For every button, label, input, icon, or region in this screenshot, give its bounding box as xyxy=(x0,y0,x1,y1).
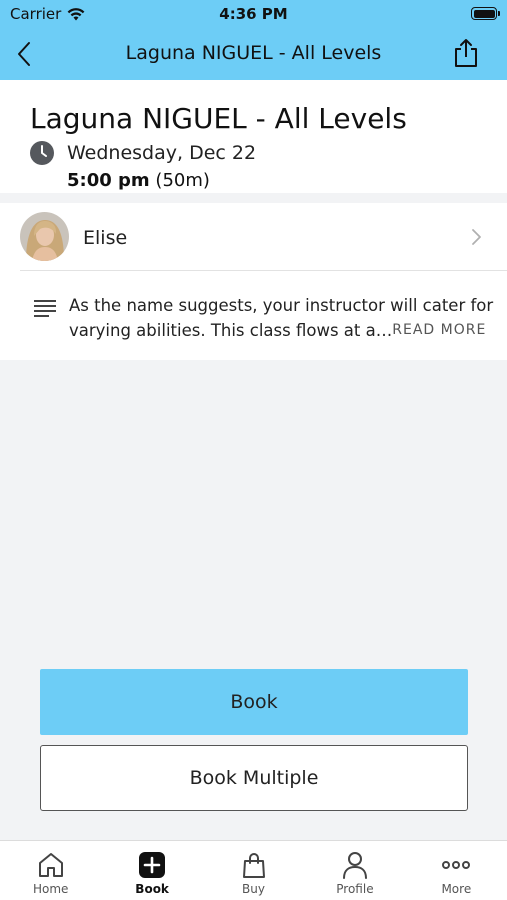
person-icon xyxy=(342,852,367,879)
class-duration: (50m) xyxy=(155,170,210,191)
back-button[interactable] xyxy=(8,36,40,72)
instructor-name: Elise xyxy=(83,227,128,249)
chevron-left-icon xyxy=(18,42,30,66)
date-row: Wednesday, Dec 22 xyxy=(30,141,256,165)
class-title: Laguna NIGUEL - All Levels xyxy=(30,102,407,135)
share-icon xyxy=(455,39,477,67)
tab-book-label: Book xyxy=(135,882,169,896)
battery-icon xyxy=(471,7,500,20)
tab-more[interactable]: More xyxy=(406,841,507,900)
class-date: Wednesday, Dec 22 xyxy=(67,142,257,164)
avatar xyxy=(20,212,69,261)
description-row: As the name suggests, your instructor wi… xyxy=(0,271,507,360)
tab-profile-label: Profile xyxy=(336,882,374,896)
home-icon xyxy=(38,853,63,877)
tab-book[interactable]: Book xyxy=(101,841,202,900)
tab-bar: Home Book Buy Profile More xyxy=(0,840,507,900)
nav-bar: Laguna NIGUEL - All Levels xyxy=(0,28,507,80)
tab-home[interactable]: Home xyxy=(0,841,101,900)
class-description: As the name suggests, your instructor wi… xyxy=(69,293,494,343)
book-button[interactable]: Book xyxy=(40,669,468,735)
app-header: Carrier 4:36 PM Laguna NIGUEL - All Leve… xyxy=(0,0,507,80)
tab-more-label: More xyxy=(441,882,472,896)
tab-profile[interactable]: Profile xyxy=(304,841,405,900)
instructor-row[interactable]: Elise xyxy=(0,203,507,271)
class-time: 5:00 pm xyxy=(67,170,150,191)
plus-square-icon xyxy=(139,852,166,878)
text-lines-icon xyxy=(34,300,56,317)
tab-buy-label: Buy xyxy=(242,882,265,896)
status-time: 4:36 PM xyxy=(219,5,288,23)
share-button[interactable] xyxy=(451,36,481,70)
nav-title: Laguna NIGUEL - All Levels xyxy=(125,42,382,64)
more-dots-icon xyxy=(442,861,471,869)
tab-home-label: Home xyxy=(32,882,69,896)
read-more-link[interactable]: READ MORE xyxy=(392,318,486,343)
time-row: 5:00 pm (50m) xyxy=(67,170,210,191)
description-line-1: As the name suggests, your instructor wi… xyxy=(69,296,494,315)
chevron-right-icon xyxy=(472,229,481,245)
description-line-2: varying abilities. This class flows at a… xyxy=(69,321,393,340)
status-bar: Carrier 4:36 PM xyxy=(0,0,507,28)
class-detail-card: Elise As the name suggests, your instruc… xyxy=(0,203,507,360)
class-info-card: Laguna NIGUEL - All Levels Wednesday, De… xyxy=(0,80,507,193)
book-multiple-button[interactable]: Book Multiple xyxy=(40,745,468,811)
clock-icon xyxy=(30,141,54,165)
shopping-bag-icon xyxy=(242,853,265,878)
tab-buy[interactable]: Buy xyxy=(203,841,304,900)
